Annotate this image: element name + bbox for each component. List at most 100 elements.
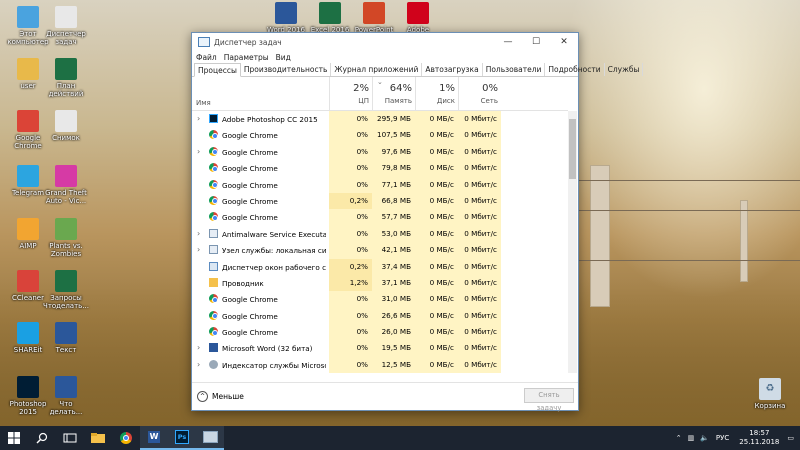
process-row[interactable]: › Adobe Photoshop CC 2015 0% 295,9 МБ 0 МБ/с… bbox=[192, 111, 568, 128]
desktop-icon[interactable]: Plants vs. Zombies bbox=[42, 218, 90, 258]
task-manager-button[interactable] bbox=[196, 426, 224, 450]
desktop-icon[interactable]: Что делать... bbox=[42, 376, 90, 416]
task-manager-icon bbox=[198, 37, 210, 47]
process-cpu: 0% bbox=[329, 176, 372, 193]
memory-label: Память bbox=[384, 97, 412, 105]
tab-performance[interactable]: Производительность bbox=[241, 63, 332, 76]
maximize-button[interactable]: ☐ bbox=[522, 33, 550, 51]
process-row[interactable]: Google Chrome 0% 26,6 МБ 0 МБ/с 0 Мбит/с bbox=[192, 307, 568, 325]
word-icon bbox=[55, 322, 77, 344]
fewer-details-button[interactable]: ^ Меньше bbox=[197, 391, 244, 402]
menu-options[interactable]: Параметры bbox=[224, 53, 269, 62]
desktop-icon-recycle-bin[interactable]: ♻ Корзина bbox=[746, 378, 794, 410]
process-row[interactable]: › Индексатор службы Microsoft...0%12,5 МБ… bbox=[192, 356, 568, 373]
clock[interactable]: 18:57 25.11.2018 bbox=[739, 429, 779, 447]
tray-chevron-icon[interactable]: ⌃ bbox=[676, 434, 682, 442]
desktop-icon[interactable]: PowerPoint bbox=[350, 2, 398, 34]
desktop-icon[interactable]: Grand Theft Auto - Vic... bbox=[42, 165, 90, 205]
process-disk: 0 МБ/с bbox=[415, 225, 458, 243]
expand-chevron-icon[interactable]: › bbox=[197, 114, 200, 123]
word-button[interactable]: W bbox=[140, 426, 168, 450]
column-disk[interactable]: 1% Диск bbox=[415, 77, 459, 110]
disk-label: Диск bbox=[436, 97, 455, 105]
title-bar[interactable]: Диспетчер задач — ☐ ✕ bbox=[192, 33, 578, 51]
process-mem: 79,8 МБ bbox=[372, 160, 415, 177]
desktop-icon[interactable]: Word 2016 bbox=[262, 2, 310, 34]
desktop-icon[interactable]: Снимок bbox=[42, 110, 90, 142]
process-row[interactable]: Google Chrome 0% 31,0 МБ 0 МБ/с 0 Мбит/с bbox=[192, 291, 568, 308]
column-cpu[interactable]: 2% ЦП bbox=[329, 77, 373, 110]
game-icon bbox=[55, 165, 77, 187]
telegram-icon bbox=[17, 165, 39, 187]
process-row[interactable]: Google Chrome 0% 107,5 МБ 0 МБ/с 0 Мбит/с bbox=[192, 127, 568, 144]
expand-chevron-icon[interactable]: › bbox=[197, 229, 200, 238]
taskbar: W Ps ⌃ ▥ 🔈 РУС 18:57 25.11.2018 ▭ bbox=[0, 426, 800, 450]
word-icon: W bbox=[148, 431, 160, 443]
chevron-up-icon: ^ bbox=[197, 391, 208, 402]
photoshop-button[interactable]: Ps bbox=[168, 426, 196, 450]
expand-chevron-icon[interactable]: › bbox=[197, 360, 200, 369]
process-row[interactable]: › Antimalware Service Executable0%53,0 МБ… bbox=[192, 225, 568, 243]
vertical-scrollbar[interactable] bbox=[568, 111, 577, 373]
process-mem: 19,5 МБ bbox=[372, 340, 415, 357]
process-row[interactable]: › Microsoft Word (32 бита) 0% 19,5 МБ 0 МБ/с… bbox=[192, 340, 568, 357]
desktop-icon[interactable]: Adobe bbox=[394, 2, 442, 34]
tab-app-history[interactable]: Журнал приложений bbox=[331, 63, 423, 76]
task-view-button[interactable] bbox=[56, 426, 84, 450]
chrome-icon bbox=[209, 212, 218, 222]
chrome-button[interactable] bbox=[112, 426, 140, 450]
close-button[interactable]: ✕ bbox=[550, 33, 578, 51]
tab-processes[interactable]: Процессы bbox=[194, 63, 241, 77]
expand-chevron-icon[interactable]: › bbox=[197, 147, 200, 156]
process-row[interactable]: Google Chrome 0% 26,0 МБ 0 МБ/с 0 Мбит/с bbox=[192, 324, 568, 341]
shareit-icon bbox=[17, 322, 39, 344]
excel-icon bbox=[55, 58, 77, 80]
word-icon bbox=[209, 343, 218, 353]
process-cpu: 0% bbox=[329, 209, 372, 226]
process-row[interactable]: Диспетчер окон рабочего сто...0,2%37,4 М… bbox=[192, 258, 568, 275]
process-net: 0 Мбит/с bbox=[458, 127, 501, 144]
language-indicator[interactable]: РУС bbox=[716, 434, 729, 442]
desktop-icon[interactable]: План действий bbox=[42, 58, 90, 98]
tab-details[interactable]: Подробности bbox=[545, 63, 605, 76]
tab-services[interactable]: Службы bbox=[605, 63, 644, 76]
end-task-button[interactable]: Снять задачу bbox=[524, 388, 574, 412]
column-network[interactable]: 0% Сеть bbox=[458, 77, 502, 110]
explorer-button[interactable] bbox=[84, 426, 112, 450]
process-row[interactable]: › Google Chrome 0% 97,6 МБ 0 МБ/с 0 Мбит/с bbox=[192, 143, 568, 161]
word-icon bbox=[275, 2, 297, 24]
minimize-button[interactable]: — bbox=[494, 33, 522, 51]
desktop-icon[interactable]: Текст bbox=[42, 322, 90, 354]
desktop-icon[interactable]: Диспетчер задач bbox=[42, 6, 90, 46]
chrome-icon bbox=[209, 179, 218, 189]
process-row[interactable]: Google Chrome 0% 57,7 МБ 0 МБ/с 0 Мбит/с bbox=[192, 209, 568, 226]
notifications-icon[interactable]: ▭ bbox=[787, 434, 794, 442]
process-row[interactable]: Google Chrome 0% 79,8 МБ 0 МБ/с 0 Мбит/с bbox=[192, 160, 568, 177]
menu-file[interactable]: Файл bbox=[196, 53, 217, 62]
tab-startup[interactable]: Автозагрузка bbox=[422, 63, 483, 76]
process-name: Google Chrome bbox=[222, 295, 278, 305]
scrollbar-thumb[interactable] bbox=[569, 119, 576, 179]
column-memory[interactable]: ⌄ 64% Память bbox=[372, 77, 416, 110]
desktop-icon-label: SHAREit bbox=[13, 346, 43, 354]
menu-view[interactable]: Вид bbox=[276, 53, 291, 62]
expand-chevron-icon[interactable]: › bbox=[197, 343, 200, 352]
process-mem: 53,0 МБ bbox=[372, 225, 415, 243]
search-button[interactable] bbox=[28, 426, 56, 450]
tab-users[interactable]: Пользователи bbox=[483, 63, 546, 76]
process-net: 0 Мбит/с bbox=[458, 143, 501, 161]
volume-icon[interactable]: 🔈 bbox=[700, 434, 709, 442]
desktop-icon[interactable]: Запросы Чтоделать... bbox=[42, 270, 90, 310]
process-disk: 0 МБ/с bbox=[415, 307, 458, 325]
expand-chevron-icon[interactable]: › bbox=[197, 245, 200, 254]
column-name[interactable]: Имя bbox=[196, 99, 211, 107]
desktop-icon[interactable]: Excel 2016 bbox=[306, 2, 354, 34]
process-row[interactable]: Google Chrome 0% 77,1 МБ 0 МБ/с 0 Мбит/с bbox=[192, 176, 568, 193]
start-button[interactable] bbox=[0, 426, 28, 450]
network-icon[interactable]: ▥ bbox=[688, 434, 695, 442]
process-row[interactable]: › Узел службы: локальная сист...0%42,1 МБ… bbox=[192, 242, 568, 259]
process-row[interactable]: Проводник 1,2% 37,1 МБ 0 МБ/с 0 Мбит/с bbox=[192, 274, 568, 292]
process-row[interactable]: Google Chrome 0,2% 66,8 МБ 0 МБ/с 0 Мбит/с bbox=[192, 192, 568, 210]
process-name: Узел службы: локальная сист... bbox=[222, 246, 326, 256]
process-mem: 31,0 МБ bbox=[372, 291, 415, 308]
